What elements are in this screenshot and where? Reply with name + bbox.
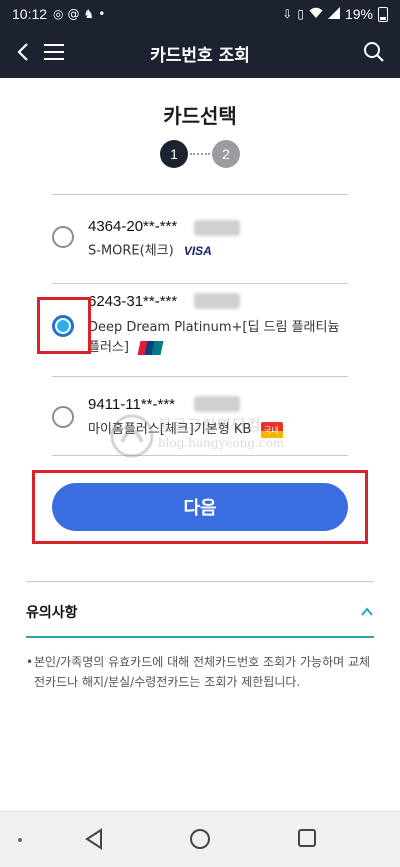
divider — [52, 194, 348, 195]
nav-dot-icon — [18, 838, 22, 842]
card-number-2: 6243-31**-*** — [88, 293, 178, 310]
card-option-1[interactable]: 4364-20**-*** S-MORE(체크) VISA — [0, 196, 400, 284]
status-bar: 10:12 ◎ @ ♞ • ⇩ ▯ 19% — [0, 0, 400, 28]
visa-logo: VISA — [183, 244, 212, 258]
card-radio-3[interactable] — [52, 406, 74, 428]
step-connector — [190, 153, 210, 155]
home-circle-icon[interactable] — [189, 828, 211, 850]
recent-apps-icon[interactable] — [297, 828, 317, 848]
step-1: 1 — [160, 140, 188, 168]
masked-digits — [194, 396, 240, 412]
signal-icon — [327, 6, 340, 22]
divider — [26, 581, 374, 582]
step-2: 2 — [212, 140, 240, 168]
more-notifications-icon: • — [98, 7, 106, 21]
download-icon: ⇩ — [282, 7, 293, 21]
step-indicator: 1 2 — [160, 140, 240, 168]
divider — [52, 283, 348, 284]
system-nav-bar — [0, 811, 400, 867]
hamburger-menu-icon[interactable] — [42, 41, 66, 63]
card-radio-1[interactable] — [52, 226, 74, 248]
notice-divider — [26, 636, 374, 638]
search-icon[interactable] — [362, 40, 386, 64]
card-name-text-2: Deep Dream Platinum+[딥 드림 플래티늄 플러스] — [88, 320, 340, 355]
battery-icon — [378, 6, 388, 22]
svg-text:국내: 국내 — [264, 426, 279, 435]
app-header: 카드번호 조회 — [0, 28, 400, 78]
card-number-3: 9411-11**-*** — [88, 396, 176, 413]
unionpay-logo — [137, 340, 164, 355]
card-name-2: Deep Dream Platinum+[딥 드림 플래티늄 플러스] — [88, 318, 348, 358]
selection-highlight-box — [37, 297, 91, 354]
divider — [52, 376, 348, 377]
notification-icons: ◎ @ ♞ • — [53, 7, 105, 21]
masked-digits — [194, 220, 240, 236]
status-time: 10:12 — [12, 6, 48, 22]
card-name-text-1: S-MORE(체크) — [88, 243, 174, 259]
card-name-1: S-MORE(체크) VISA — [88, 241, 212, 262]
bullet-point: • — [26, 655, 34, 669]
notice-body: • 본인/가족명의 유효카드에 대해 전체카드번호 조회가 가능하며 교체전카드… — [26, 652, 374, 692]
vibrate-icon: ▯ — [297, 7, 304, 21]
battery-percent: 19% — [344, 6, 373, 22]
domestic-card-logo: 국내 — [261, 421, 284, 438]
at-icon: @ — [67, 7, 80, 21]
back-arrow-icon[interactable] — [12, 40, 36, 64]
section-title: 카드선택 — [163, 104, 237, 128]
next-button-highlight-box — [32, 470, 368, 544]
notice-text: 본인/가족명의 유효카드에 대해 전체카드번호 조회가 가능하며 교체전카드나 … — [34, 655, 371, 689]
divider — [52, 455, 348, 456]
card-name-text-3: 마이홈플러스[체크]기본형 KB — [88, 422, 252, 437]
card-option-3[interactable]: 9411-11**-*** 마이홈플러스[체크]기본형 KB 국내 — [0, 378, 400, 458]
masked-digits — [194, 293, 240, 309]
app-icon: ♞ — [83, 7, 95, 21]
notice-title: 유의사항 — [26, 605, 78, 621]
card-name-3: 마이홈플러스[체크]기본형 KB 국내 — [88, 420, 284, 440]
notice-header[interactable]: 유의사항 — [26, 590, 374, 634]
chevron-up-icon[interactable] — [360, 605, 374, 619]
back-triangle-icon[interactable] — [84, 828, 104, 850]
card-number-1: 4364-20**-*** — [88, 218, 178, 235]
wifi-icon — [309, 7, 323, 22]
message-icon: ◎ — [53, 7, 64, 21]
